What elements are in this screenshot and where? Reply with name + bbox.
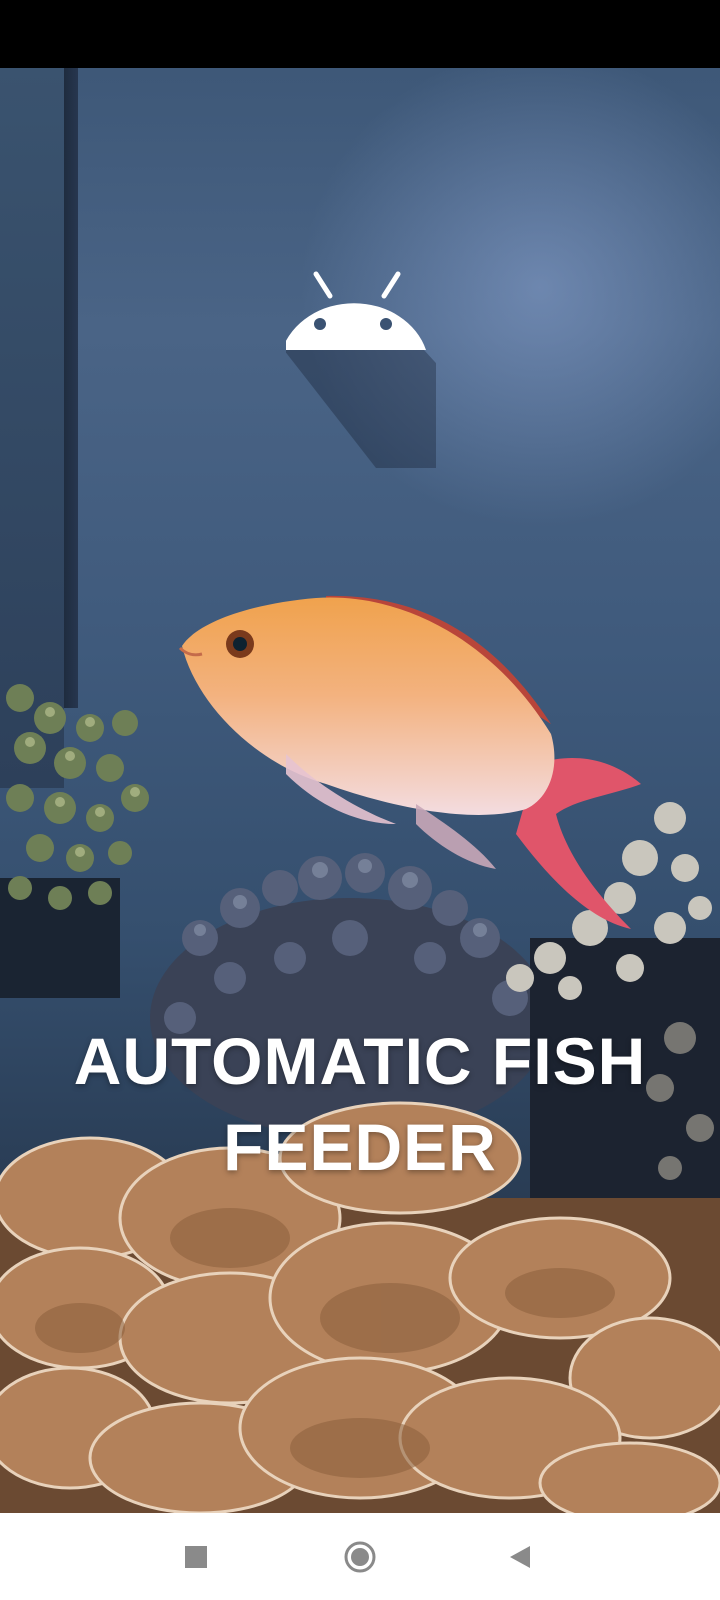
- back-button[interactable]: [498, 1535, 542, 1579]
- recents-button[interactable]: [174, 1535, 218, 1579]
- home-button[interactable]: [338, 1535, 382, 1579]
- navigation-bar: [0, 1513, 720, 1600]
- background-coral-green: [0, 684, 149, 998]
- splash-screen: AUTOMATIC FISH FEEDER: [0, 68, 720, 1513]
- triangle-back-icon: [510, 1546, 530, 1568]
- square-icon: [185, 1546, 207, 1568]
- android-icon: [286, 271, 436, 468]
- tank-edge: [64, 68, 78, 708]
- circle-icon: [344, 1541, 376, 1573]
- app-title: AUTOMATIC FISH FEEDER: [73, 1024, 647, 1184]
- fish-image: [178, 595, 641, 929]
- status-bar: [0, 0, 720, 68]
